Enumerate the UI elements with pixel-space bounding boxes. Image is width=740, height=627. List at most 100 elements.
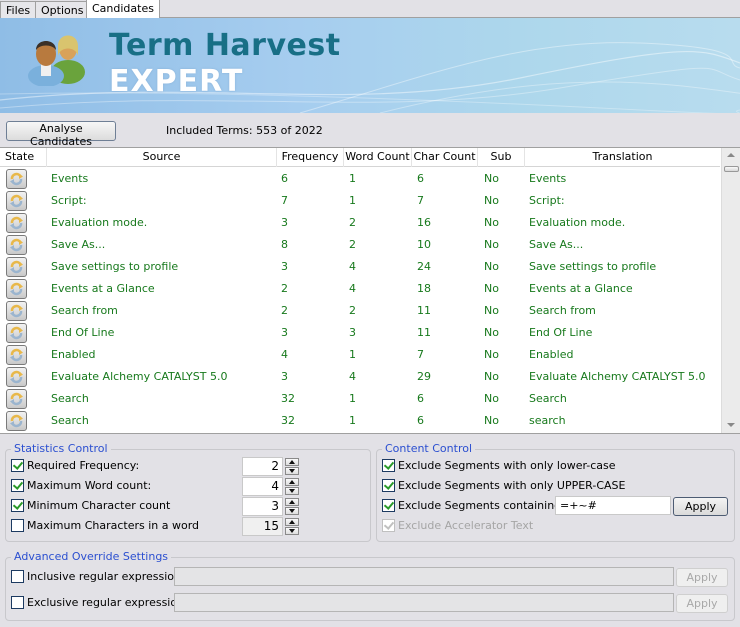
char-count-cell: 29: [417, 370, 431, 383]
content-option[interactable]: Exclude Segments with only lower-case: [382, 458, 632, 474]
vertical-scrollbar[interactable]: [721, 148, 740, 433]
state-button[interactable]: [6, 279, 27, 299]
tab-options[interactable]: Options: [35, 1, 90, 18]
regex-input[interactable]: [174, 567, 674, 586]
source-cell: Search: [51, 392, 89, 405]
people-icon: [28, 35, 85, 86]
stepper-down-icon[interactable]: [285, 487, 299, 495]
table-row[interactable]: Events 6 1 6 No Events: [0, 168, 720, 190]
statistics-option[interactable]: Maximum Word count:: [11, 478, 231, 494]
grid-header: State Source Frequency Word Count Char C…: [0, 148, 720, 167]
stepper-up-icon[interactable]: [285, 498, 299, 506]
stepper-up-icon[interactable]: [285, 478, 299, 486]
checkbox[interactable]: [382, 459, 395, 472]
checkbox[interactable]: [11, 459, 24, 472]
stepper-down-icon[interactable]: [285, 527, 299, 535]
state-button[interactable]: [6, 345, 27, 365]
stepper-value[interactable]: 3: [242, 497, 283, 516]
stepper-up-icon[interactable]: [285, 458, 299, 466]
checkbox: [382, 519, 395, 532]
state-button[interactable]: [6, 301, 27, 321]
scroll-up-arrow-icon[interactable]: [727, 153, 735, 157]
regex-apply-button[interactable]: Apply: [676, 594, 728, 613]
state-button[interactable]: [6, 367, 27, 387]
stepper-up-icon[interactable]: [285, 518, 299, 526]
table-row[interactable]: Search 32 1 6 No Search: [0, 388, 720, 410]
sub-cell: No: [484, 260, 499, 273]
advanced-option[interactable]: Inclusive regular expression:: [11, 569, 185, 585]
numeric-stepper[interactable]: 15: [242, 517, 300, 536]
scroll-thumb[interactable]: [724, 166, 739, 172]
checkbox-label: Inclusive regular expression:: [27, 570, 185, 583]
tab-files[interactable]: Files: [0, 1, 37, 18]
stepper-down-icon[interactable]: [285, 507, 299, 515]
numeric-stepper[interactable]: 4: [242, 477, 300, 496]
table-row[interactable]: Enabled 4 1 7 No Enabled: [0, 344, 720, 366]
numeric-stepper[interactable]: 3: [242, 497, 300, 516]
statistics-option[interactable]: Required Frequency:: [11, 458, 231, 474]
translation-cell: Events: [529, 172, 567, 185]
column-header-sub[interactable]: Sub: [478, 148, 525, 167]
state-button[interactable]: [6, 213, 27, 233]
state-button[interactable]: [6, 191, 27, 211]
advanced-option[interactable]: Exclusive regular expression:: [11, 595, 188, 611]
source-cell: Evaluate Alchemy CATALYST 5.0: [51, 370, 228, 383]
column-header-frequency[interactable]: Frequency: [277, 148, 344, 167]
frequency-cell: 3: [281, 260, 288, 273]
column-header-state[interactable]: State: [0, 148, 47, 167]
checkbox[interactable]: [11, 499, 24, 512]
checkbox[interactable]: [11, 596, 24, 609]
exclude-containing-input[interactable]: =+~#: [555, 496, 671, 515]
advanced-override-group: Advanced Override Settings Inclusive reg…: [5, 550, 735, 621]
state-button[interactable]: [6, 235, 27, 255]
table-row[interactable]: End Of Line 3 3 11 No End Of Line: [0, 322, 720, 344]
statistics-option[interactable]: Minimum Character count: [11, 498, 231, 514]
numeric-stepper[interactable]: 2: [242, 457, 300, 476]
table-row[interactable]: Search 32 1 6 No search: [0, 410, 720, 432]
table-row[interactable]: Save As... 8 2 10 No Save As...: [0, 234, 720, 256]
table-row[interactable]: Search from 2 2 11 No Search from: [0, 300, 720, 322]
state-button[interactable]: [6, 257, 27, 277]
regex-apply-button[interactable]: Apply: [676, 568, 728, 587]
checkbox-label: Maximum Word count:: [27, 479, 152, 492]
frequency-cell: 6: [281, 172, 288, 185]
stepper-value[interactable]: 4: [242, 477, 283, 496]
exclude-containing-apply-button[interactable]: Apply: [673, 497, 728, 516]
checkbox[interactable]: [382, 479, 395, 492]
checkbox[interactable]: [11, 519, 24, 532]
source-cell: Search from: [51, 304, 118, 317]
column-header-translation[interactable]: Translation: [525, 148, 720, 167]
frequency-cell: 2: [281, 282, 288, 295]
char-count-cell: 24: [417, 260, 431, 273]
state-button[interactable]: [6, 389, 27, 409]
checkbox-label: Exclusive regular expression:: [27, 596, 188, 609]
table-row[interactable]: Evaluate Alchemy CATALYST 5.0 3 4 29 No Evalu…: [0, 366, 720, 388]
content-option[interactable]: Exclude Segments with only UPPER-CASE: [382, 478, 632, 494]
stepper-value[interactable]: 15: [242, 517, 283, 536]
translation-cell: Save settings to profile: [529, 260, 657, 273]
word-count-cell: 2: [349, 216, 356, 229]
analyse-candidates-button[interactable]: Analyse Candidates: [6, 121, 116, 148]
column-header-char-count[interactable]: Char Count: [412, 148, 478, 167]
state-button[interactable]: [6, 169, 27, 189]
scroll-down-arrow-icon[interactable]: [727, 423, 735, 427]
statistics-option[interactable]: Maximum Characters in a word: [11, 518, 231, 534]
checkbox[interactable]: [382, 499, 395, 512]
table-row[interactable]: Events at a Glance 2 4 18 No Events at a Glan…: [0, 278, 720, 300]
column-header-word-count[interactable]: Word Count: [344, 148, 412, 167]
stepper-down-icon[interactable]: [285, 467, 299, 475]
table-row[interactable]: Script: 7 1 7 No Script:: [0, 190, 720, 212]
state-button[interactable]: [6, 323, 27, 343]
stepper-value[interactable]: 2: [242, 457, 283, 476]
sub-cell: No: [484, 216, 499, 229]
statistics-control-group: Statistics Control Required Frequency: 2 M…: [5, 442, 371, 542]
state-button[interactable]: [6, 411, 27, 431]
tab-candidates[interactable]: Candidates: [86, 0, 160, 19]
column-header-source[interactable]: Source: [47, 148, 277, 167]
char-count-cell: 7: [417, 194, 424, 207]
checkbox[interactable]: [11, 570, 24, 583]
table-row[interactable]: Evaluation mode. 3 2 16 No Evaluation mode.: [0, 212, 720, 234]
regex-input[interactable]: [174, 593, 674, 612]
table-row[interactable]: Save settings to profile 3 4 24 No Save setti…: [0, 256, 720, 278]
checkbox[interactable]: [11, 479, 24, 492]
